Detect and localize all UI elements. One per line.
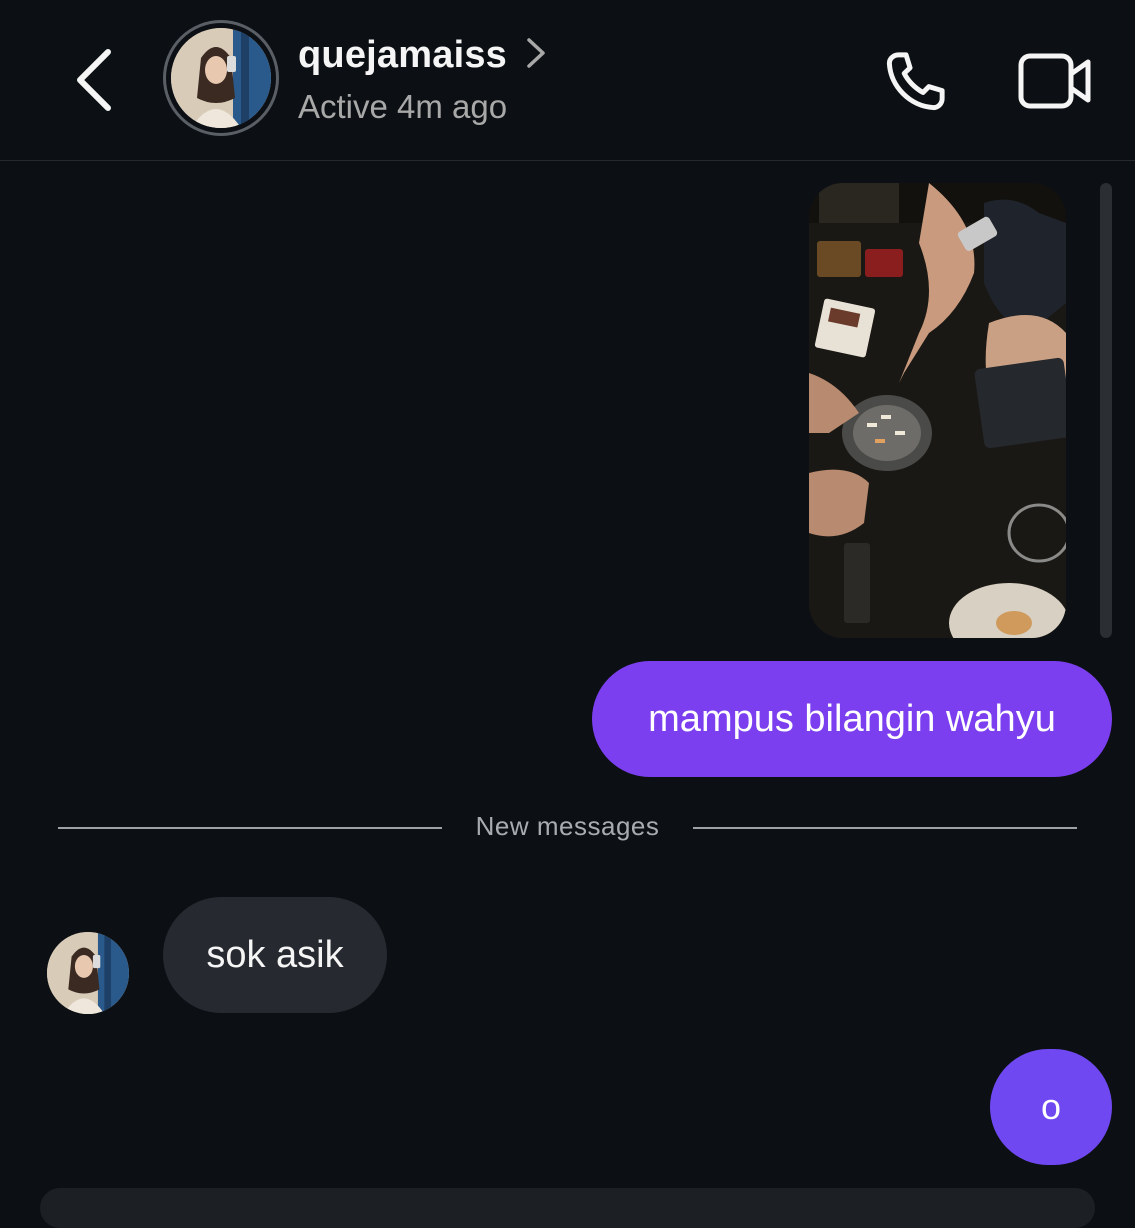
scrollbar[interactable] (1100, 183, 1112, 638)
phone-icon (886, 52, 945, 111)
profile-name-link[interactable]: quejamaiss (298, 34, 547, 77)
video-camera-icon (1018, 53, 1091, 109)
audio-call-button[interactable] (878, 45, 952, 119)
message-composer[interactable] (40, 1188, 1095, 1228)
video-call-button[interactable] (1016, 48, 1094, 114)
new-messages-divider: New messages (0, 801, 1135, 851)
profile-name: quejamaiss (298, 34, 507, 76)
outgoing-message-bubble[interactable]: mampus bilangin wahyu (592, 661, 1112, 777)
message-text: sok asik (206, 933, 344, 976)
message-thread[interactable]: mampus bilangin wahyu New messages sok a… (0, 161, 1135, 1200)
divider-label: New messages (475, 811, 660, 841)
chat-header: quejamaiss Active 4m ago (0, 0, 1135, 161)
divider-line (58, 827, 442, 829)
outgoing-message-bubble[interactable]: o (990, 1049, 1112, 1165)
message-text: o (1040, 1086, 1062, 1127)
chevron-right-icon (527, 37, 545, 68)
avatar-photo (171, 28, 271, 128)
back-button[interactable] (62, 40, 126, 120)
active-status: Active 4m ago (298, 88, 508, 125)
chevron-left-icon (77, 49, 111, 111)
sender-avatar[interactable] (47, 932, 129, 1014)
message-text: mampus bilangin wahyu (648, 697, 1056, 740)
photo-message[interactable] (809, 183, 1066, 638)
profile-avatar[interactable] (163, 20, 279, 136)
divider-line (693, 827, 1077, 829)
incoming-message-bubble[interactable]: sok asik (163, 897, 387, 1013)
